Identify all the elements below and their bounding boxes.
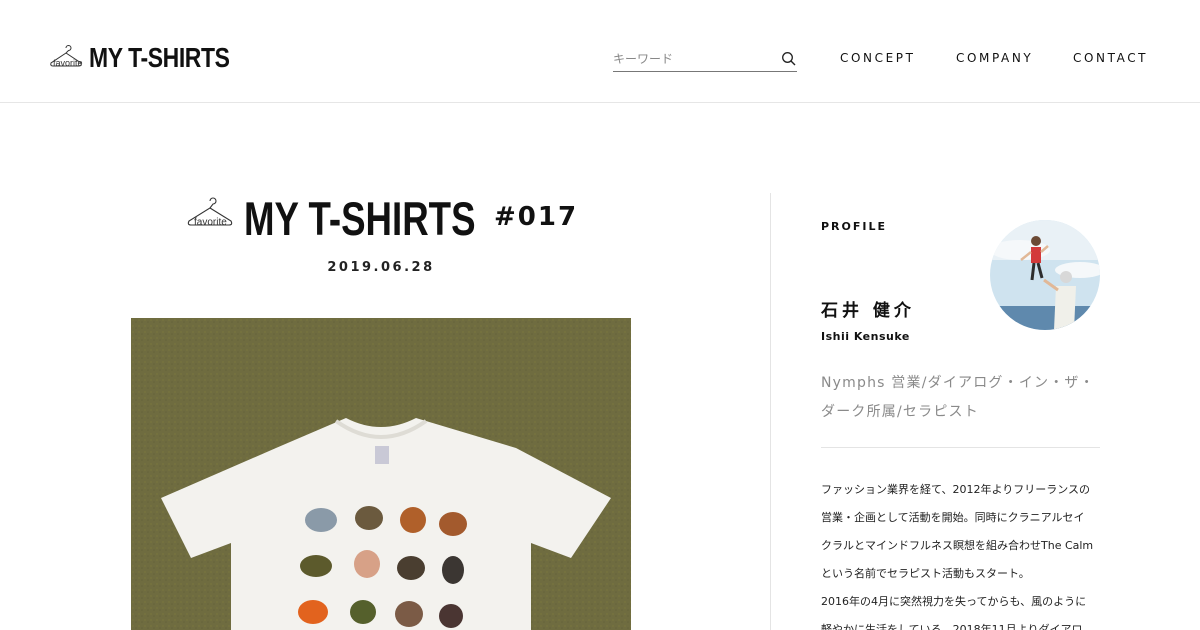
nav-contact[interactable]: CONTACT — [1073, 51, 1148, 65]
profile-label: PROFILE — [821, 220, 888, 233]
bio-line: 軽やかに生活をしている。2018年11月よりダイアロ — [821, 623, 1083, 630]
column-divider — [770, 193, 771, 630]
article-title: MY T-SHIRTS — [244, 192, 476, 245]
bio-line: 営業・企画として活動を開始。同時にクラニアルセイ — [821, 511, 1085, 524]
logo-text: MY T-SHIRTS — [89, 42, 230, 73]
search-icon[interactable] — [781, 51, 797, 67]
logo-hanger-text: favorite — [53, 58, 83, 68]
bio-line: ファッション業界を経て、2012年よりフリーランスの — [821, 483, 1091, 496]
article-date: 2019.06.28 — [327, 260, 435, 275]
site-logo[interactable]: favorite MY T-SHIRTS — [49, 40, 260, 76]
hanger-icon: favorite — [186, 197, 234, 231]
profile-name: 石井 健介 — [821, 301, 915, 321]
site-header: favorite MY T-SHIRTS CONCEPT COMPANY CON… — [0, 0, 1200, 103]
bio-line: という名前でセラピスト活動もスタート。 — [821, 567, 1030, 580]
bio-line: 2016年の4月に突然視力を失ってからも、風のように — [821, 595, 1087, 608]
search-input[interactable] — [613, 48, 773, 70]
article-hanger-text: favorite — [194, 217, 227, 228]
article-number: #017 — [494, 202, 579, 232]
avatar — [990, 220, 1100, 330]
hanger-icon: favorite — [49, 44, 83, 72]
profile-role: Nymphs 営業/ダイアログ・イン・ザ・ダーク所属/セラピスト — [821, 375, 1095, 420]
nav-company[interactable]: COMPANY — [956, 51, 1033, 65]
nav-concept[interactable]: CONCEPT — [840, 51, 916, 65]
profile-divider — [821, 447, 1100, 448]
search-box — [613, 48, 797, 72]
profile-bio: ファッション業界を経て、2012年よりフリーランスの 営業・企画として活動を開始… — [821, 476, 1103, 630]
tshirt-photo — [131, 318, 631, 630]
profile-romaji: Ishii Kensuke — [821, 330, 910, 343]
bio-line: クラルとマインドフルネス瞑想を組み合わせThe Calm — [821, 539, 1094, 552]
